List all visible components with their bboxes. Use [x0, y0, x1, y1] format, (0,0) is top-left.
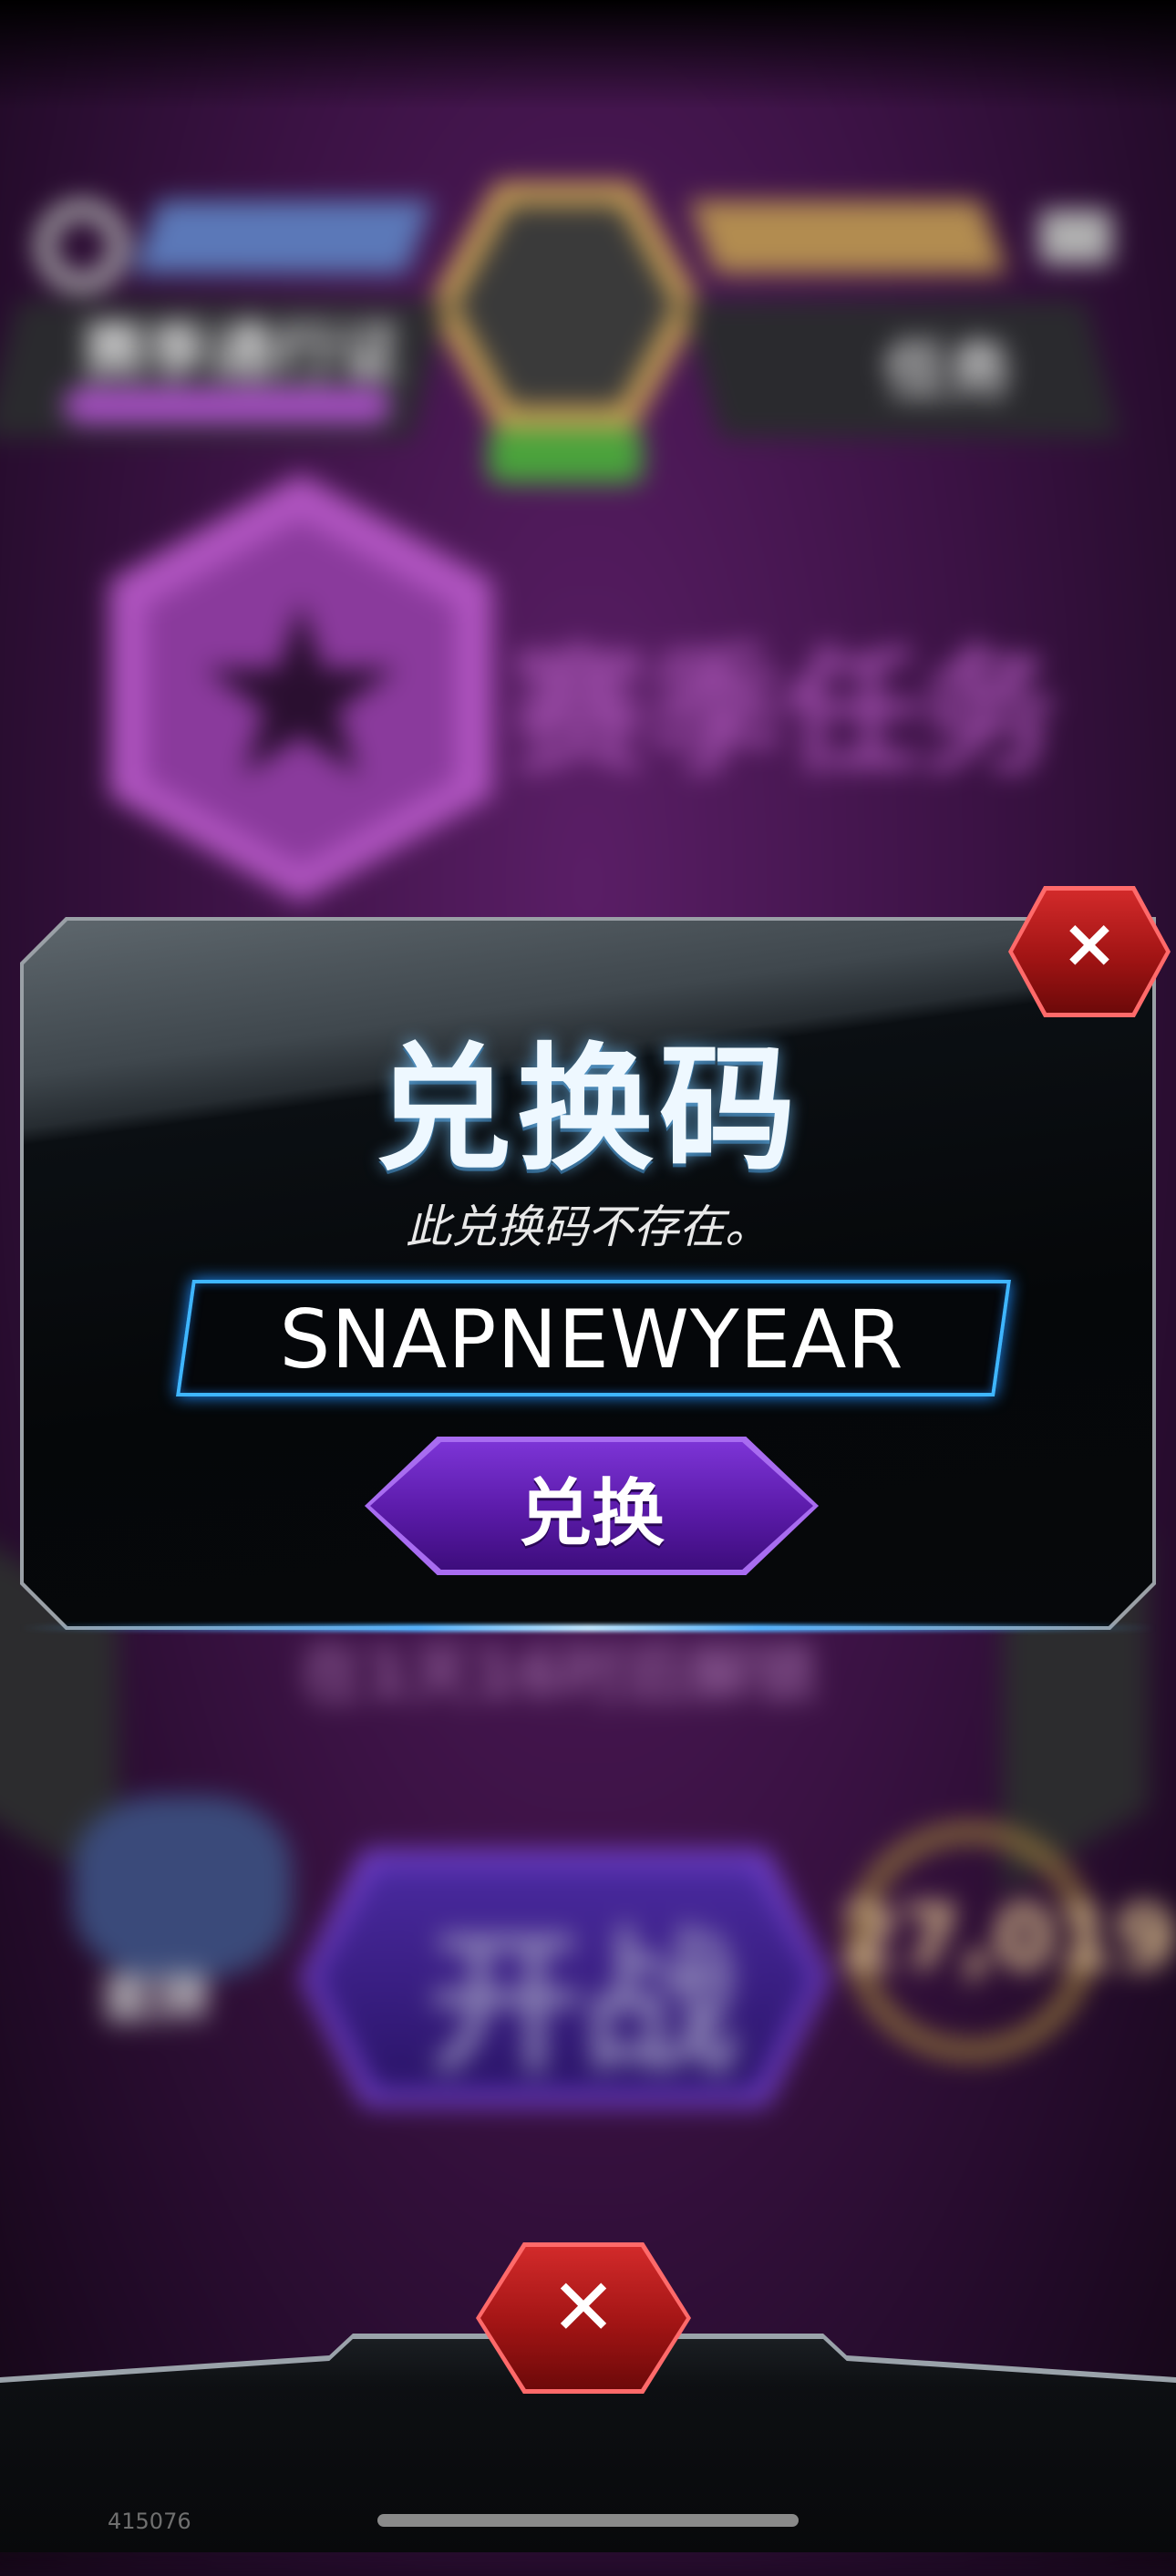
dialog-glow-edge	[20, 1624, 1156, 1632]
mail-icon	[1039, 210, 1112, 264]
redeem-button-label: 兑换	[519, 1471, 665, 1556]
credits-badge	[132, 201, 433, 273]
unlock-timer: 在1天16时后解锁	[301, 1636, 818, 1711]
close-icon: ✕	[550, 2262, 617, 2354]
collection-level: 27,019	[839, 1887, 1176, 1989]
season-pass-label: 赛季通行证	[82, 314, 401, 389]
redeem-button[interactable]: 兑换	[365, 1437, 819, 1575]
missions-label: 任务	[884, 333, 1012, 407]
close-icon: ×	[1060, 904, 1118, 983]
gold-badge	[688, 201, 1007, 273]
settings-gear-icon	[36, 201, 128, 292]
deck-avatar	[73, 1796, 292, 1978]
home-indicator[interactable]	[377, 2514, 799, 2527]
play-button-label: 开战	[428, 1914, 739, 2095]
redeem-code-input[interactable]	[184, 1280, 999, 1398]
deck-label: 套牌	[100, 1968, 210, 2032]
redeem-code-dialog: 兑换码 此兑换码不存在。 兑换	[20, 917, 1156, 1632]
build-id: 415076	[108, 2509, 191, 2534]
error-message: 此兑换码不存在。	[406, 1200, 770, 1253]
dialog-title: 兑换码	[374, 1031, 801, 1190]
season-missions-title: 赛季任务	[511, 634, 1058, 792]
dialog-close-button[interactable]: ×	[1008, 886, 1171, 1017]
bottom-close-button[interactable]: ✕	[476, 2242, 691, 2394]
